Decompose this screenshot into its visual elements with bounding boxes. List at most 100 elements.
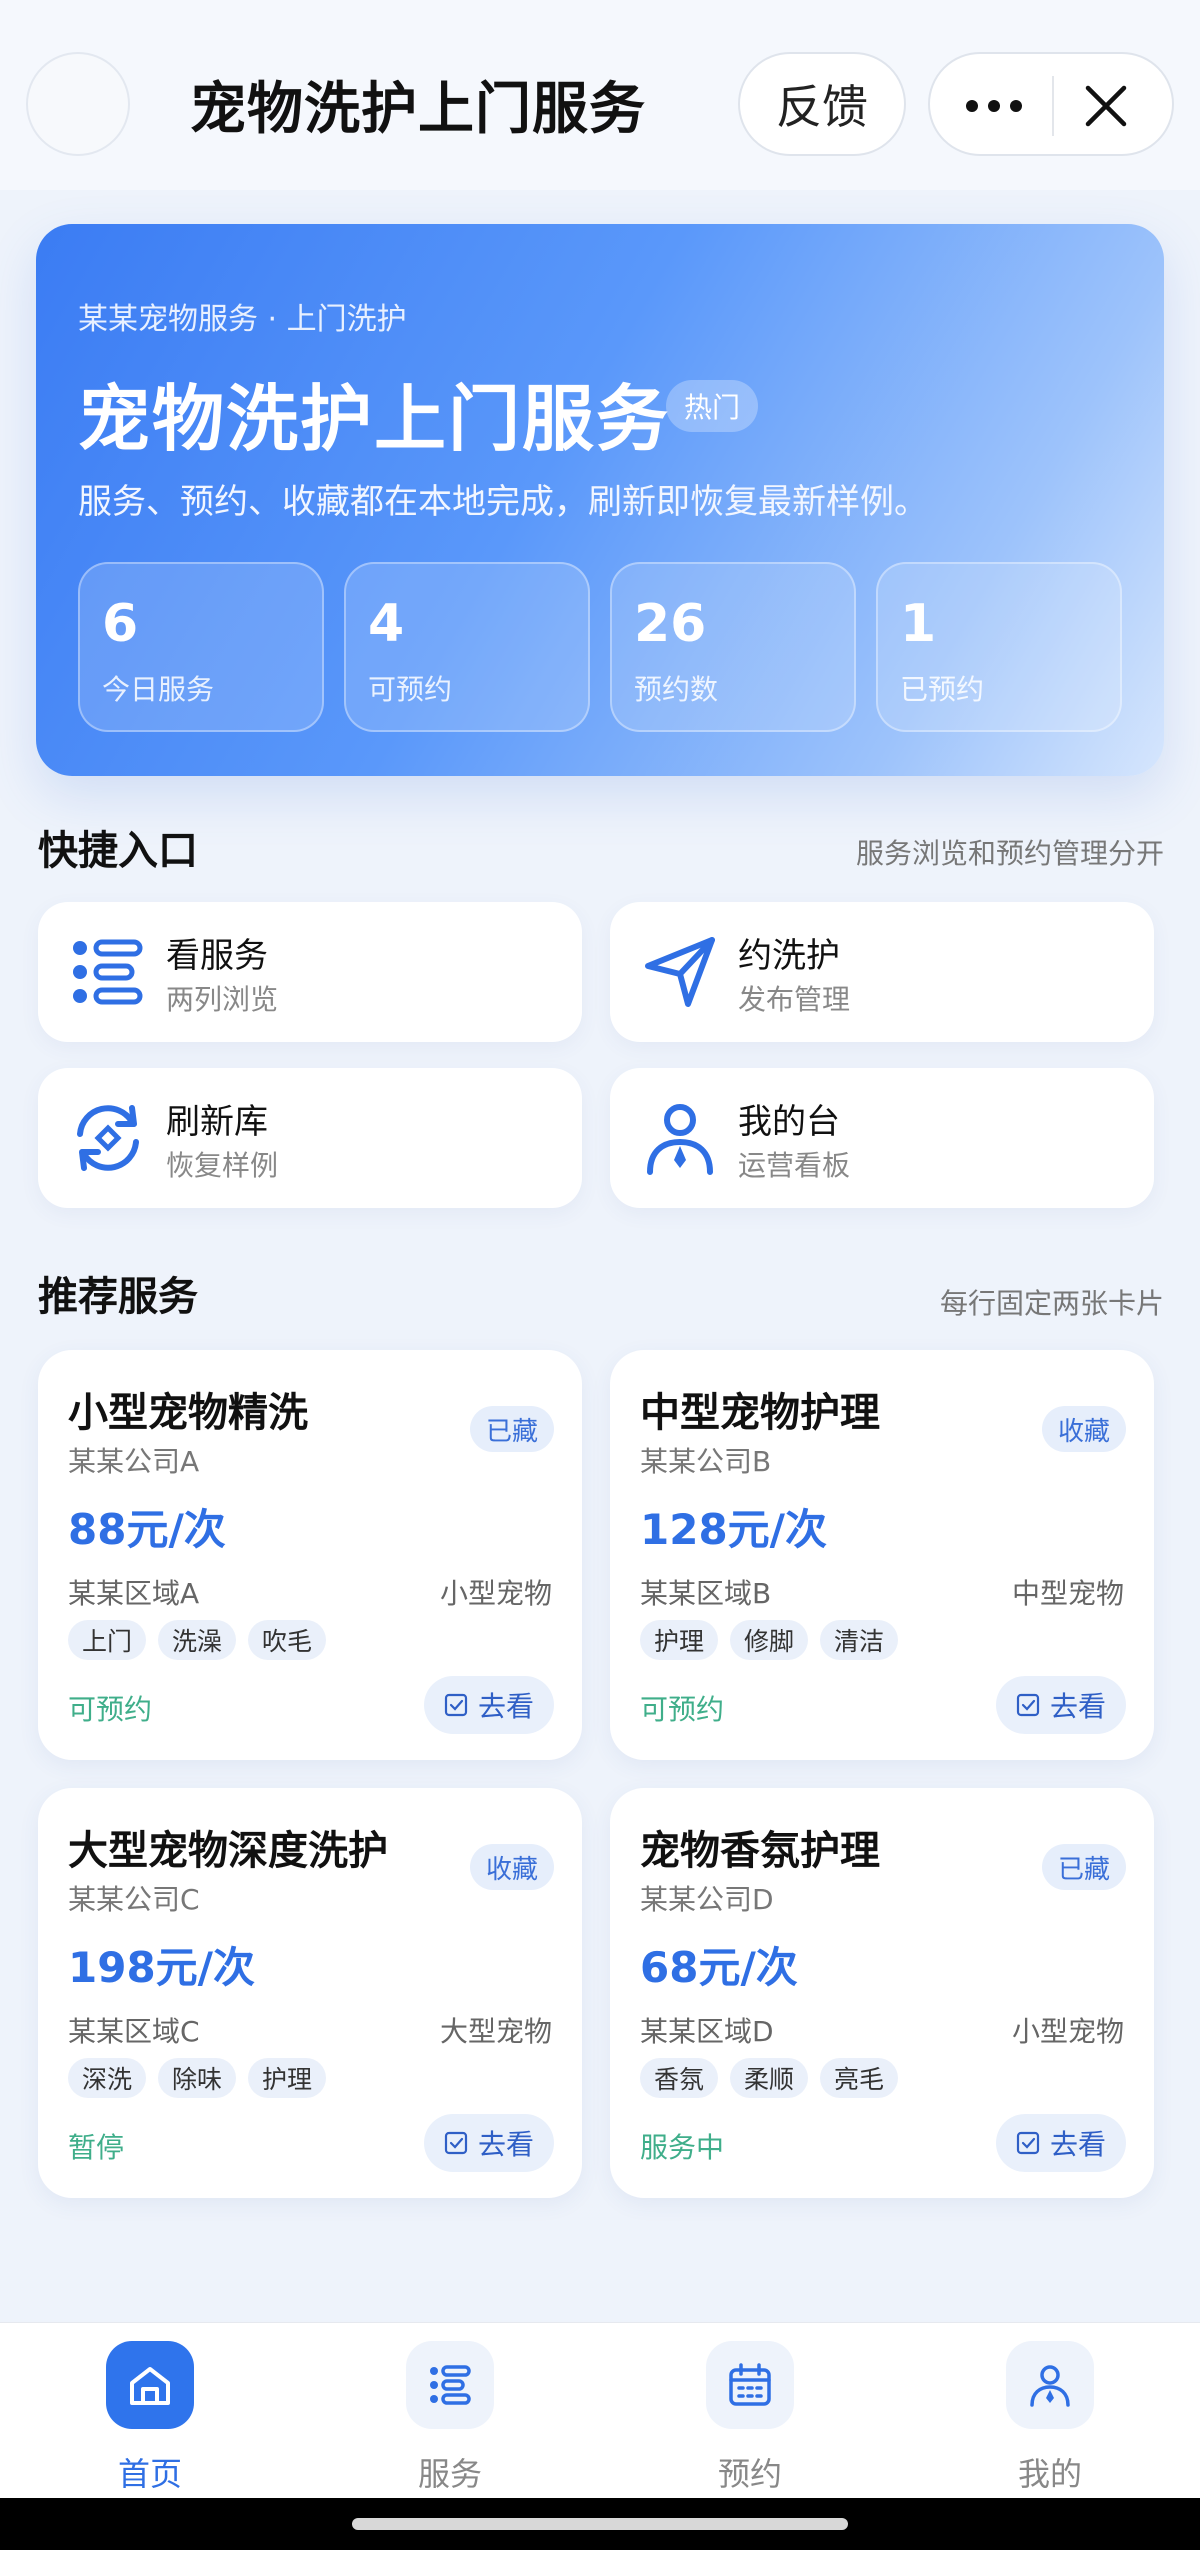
- stat-value: 4: [368, 594, 405, 654]
- stat-label: 可预约: [368, 673, 453, 706]
- service-tag-chip: 亮毛: [820, 2058, 899, 2098]
- check-square-icon: [1016, 2131, 1040, 2155]
- service-tag-chip: 吹毛: [248, 1620, 327, 1660]
- service-pet-size: 小型宠物: [439, 1577, 552, 1610]
- quick-entry-title: 我的台: [738, 1102, 840, 1142]
- service-tags: 护理 修脚 清洁: [640, 1620, 899, 1660]
- quick-entry-book[interactable]: 约洗护 发布管理: [610, 902, 1154, 1042]
- service-tag-chip: 深洗: [68, 2058, 147, 2098]
- nav-item-home[interactable]: 首页: [60, 2341, 240, 2493]
- stat-value: 6: [102, 594, 139, 654]
- service-tags: 香氛 柔顺 亮毛: [640, 2058, 899, 2098]
- quick-entry-services[interactable]: 看服务 两列浏览: [38, 902, 582, 1042]
- service-company: 某某公司D: [640, 1883, 774, 1916]
- service-area: 某某区域D: [640, 2015, 774, 2048]
- service-status: 暂停: [68, 2131, 125, 2164]
- quick-entry-subtitle: 两列浏览: [166, 983, 279, 1016]
- service-status: 可预约: [640, 1693, 725, 1726]
- view-button-label: 去看: [1049, 1690, 1106, 1723]
- service-company: 某某公司A: [68, 1445, 200, 1478]
- refresh-icon: [77, 1105, 139, 1171]
- hero-title: 宠物洗护上门服务: [78, 377, 671, 461]
- service-title: 宠物香氛护理: [640, 1828, 880, 1874]
- nav-label: 我的: [1017, 2455, 1082, 2493]
- nav-label: 服务: [417, 2455, 482, 2493]
- service-tag-chip: 修脚: [730, 1620, 809, 1660]
- stat-booking-count[interactable]: 26 预约数: [610, 562, 856, 732]
- service-status: 可预约: [68, 1693, 153, 1726]
- service-company: 某某公司C: [68, 1883, 200, 1916]
- check-square-icon: [444, 2131, 468, 2155]
- hero-subtitle: 某某宠物服务 · 上门洗护: [78, 302, 407, 337]
- service-company: 某某公司B: [640, 1445, 772, 1478]
- miniapp-capsule: [928, 52, 1174, 156]
- quick-entry-subtitle: 运营看板: [738, 1149, 851, 1182]
- stat-label: 预约数: [634, 673, 719, 706]
- service-pet-size: 中型宠物: [1011, 1577, 1124, 1610]
- service-card[interactable]: 小型宠物精洗 已藏 某某公司A 88元/次 某某区域A 小型宠物 上门 洗澡 吹…: [38, 1350, 582, 1760]
- service-tag-chip: 清洁: [820, 1620, 899, 1660]
- stat-value: 26: [634, 594, 707, 654]
- service-card[interactable]: 宠物香氛护理 已藏 某某公司D 68元/次 某某区域D 小型宠物 香氛 柔顺 亮…: [610, 1788, 1154, 2198]
- more-icon[interactable]: [964, 84, 1024, 128]
- quick-entry-title: 刷新库: [166, 1102, 268, 1142]
- service-pet-size: 小型宠物: [1011, 2015, 1124, 2048]
- service-title: 小型宠物精洗: [68, 1390, 308, 1436]
- service-area: 某某区域A: [68, 1577, 200, 1610]
- stat-booked[interactable]: 1 已预约: [876, 562, 1122, 732]
- service-tag-chip: 香氛: [640, 2058, 719, 2098]
- stat-label: 今日服务: [102, 673, 215, 706]
- nav-icon-box: [406, 2341, 494, 2429]
- service-price: 198元/次: [68, 1943, 256, 1992]
- page-title: 宠物洗护上门服务: [190, 77, 646, 142]
- service-tags: 上门 洗澡 吹毛: [68, 1620, 327, 1660]
- stat-bookable[interactable]: 4 可预约: [344, 562, 590, 732]
- nav-item-bookings[interactable]: 预约: [660, 2341, 840, 2493]
- quick-entry-refresh[interactable]: 刷新库 恢复样例: [38, 1068, 582, 1208]
- nav-icon-box: [106, 2341, 194, 2429]
- check-square-icon: [444, 1693, 468, 1717]
- view-button[interactable]: 去看: [995, 2114, 1126, 2172]
- view-button[interactable]: 去看: [995, 1676, 1126, 1734]
- service-tags: 深洗 除味 护理: [68, 2058, 327, 2098]
- favorite-toggle[interactable]: 已藏: [469, 1406, 554, 1452]
- quick-entry-dashboard[interactable]: 我的台 运营看板: [610, 1068, 1154, 1208]
- favorite-toggle[interactable]: 收藏: [1041, 1406, 1126, 1452]
- service-price: 88元/次: [68, 1505, 226, 1554]
- close-icon[interactable]: [1084, 84, 1128, 128]
- feedback-button[interactable]: 反馈: [738, 52, 906, 156]
- home-icon: [130, 2367, 170, 2405]
- service-tag-chip: 上门: [68, 1620, 147, 1660]
- check-square-icon: [1016, 1693, 1040, 1717]
- service-card[interactable]: 中型宠物护理 收藏 某某公司B 128元/次 某某区域B 中型宠物 护理 修脚 …: [610, 1350, 1154, 1760]
- favorite-toggle[interactable]: 收藏: [469, 1844, 554, 1890]
- list-icon: [430, 2365, 471, 2405]
- service-tag-chip: 洗澡: [158, 1620, 237, 1660]
- quick-section-hint: 服务浏览和预约管理分开: [855, 837, 1164, 870]
- avatar[interactable]: [26, 52, 130, 156]
- bottom-nav: 首页 服务 预约 我的: [0, 2322, 1200, 2498]
- home-indicator[interactable]: [352, 2518, 848, 2530]
- services-section-title: 推荐服务: [38, 1274, 198, 1320]
- service-price: 128元/次: [640, 1505, 828, 1554]
- hero-banner: 某某宠物服务 · 上门洗护 宠物洗护上门服务 热门 服务、预约、收藏都在本地完成…: [36, 224, 1164, 776]
- service-area: 某某区域B: [640, 1577, 772, 1610]
- service-title: 中型宠物护理: [640, 1390, 880, 1436]
- favorite-toggle[interactable]: 已藏: [1041, 1844, 1126, 1890]
- view-button[interactable]: 去看: [423, 2114, 554, 2172]
- user-icon: [647, 1104, 713, 1175]
- service-pet-size: 大型宠物: [439, 2015, 552, 2048]
- nav-item-services[interactable]: 服务: [360, 2341, 540, 2493]
- stat-today-services[interactable]: 6 今日服务: [78, 562, 324, 732]
- quick-entry-subtitle: 发布管理: [738, 983, 851, 1016]
- view-button[interactable]: 去看: [423, 1676, 554, 1734]
- nav-item-mine[interactable]: 我的: [960, 2341, 1140, 2493]
- service-card[interactable]: 大型宠物深度洗护 收藏 某某公司C 198元/次 某某区域C 大型宠物 深洗 除…: [38, 1788, 582, 2198]
- service-title: 大型宠物深度洗护: [68, 1828, 388, 1874]
- list-icon: [73, 939, 143, 1005]
- service-tag-chip: 护理: [640, 1620, 719, 1660]
- stat-value: 1: [900, 594, 937, 654]
- quick-entry-title: 看服务: [166, 936, 268, 976]
- top-bar: 宠物洗护上门服务 反馈: [0, 0, 1200, 190]
- services-section-hint: 每行固定两张卡片: [939, 1287, 1164, 1320]
